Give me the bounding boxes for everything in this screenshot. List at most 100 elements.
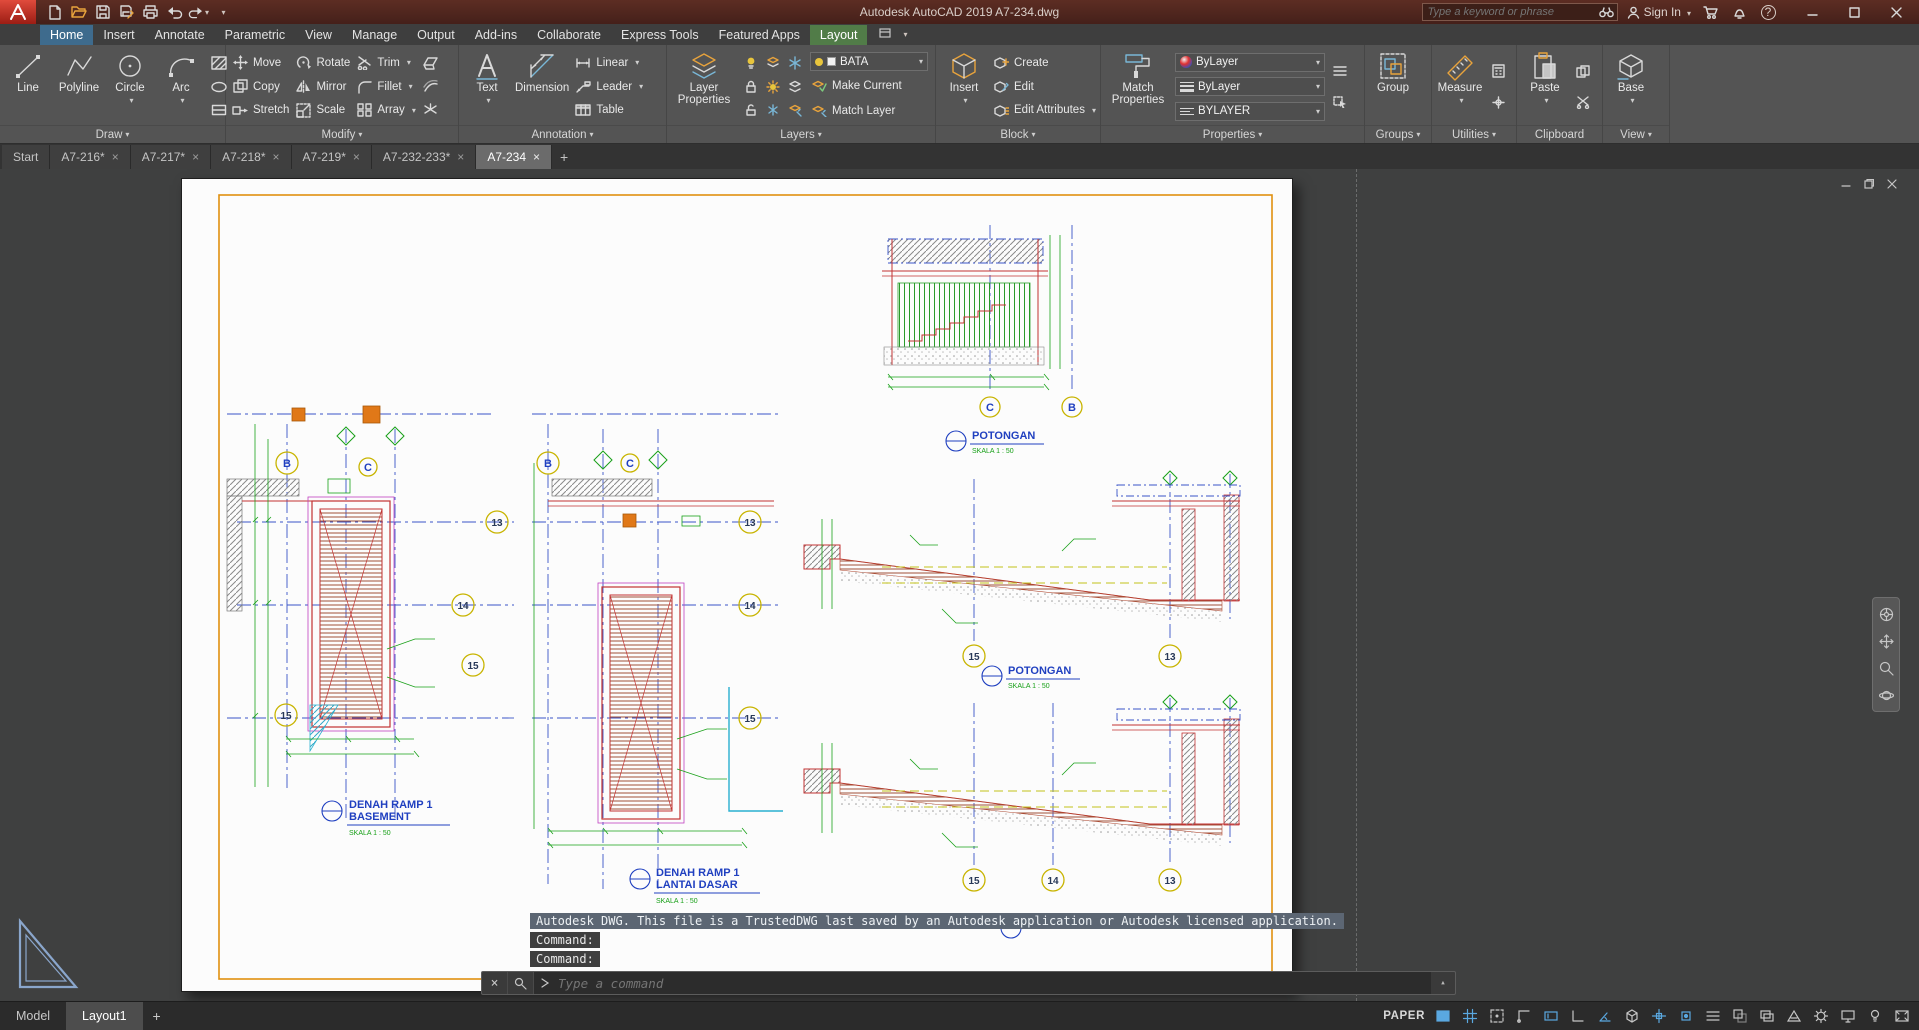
app-store-cart-icon[interactable] [1700, 2, 1720, 22]
create-block-button[interactable]: Create [992, 53, 1096, 73]
ribbon-tab-parametric[interactable]: Parametric [215, 25, 295, 45]
lineweight-display-icon[interactable] [1703, 1007, 1722, 1026]
table-button[interactable]: Table [574, 100, 643, 120]
zoom-icon[interactable] [1877, 659, 1895, 677]
layer-match-icon[interactable] [785, 101, 805, 119]
current-layer-dropdown[interactable]: BATA [810, 52, 928, 71]
redo-button[interactable] [188, 3, 209, 22]
command-history-toggle-icon[interactable] [1431, 972, 1455, 994]
object-color-dropdown[interactable]: ByLayer [1175, 53, 1325, 72]
layer-freeze-icon[interactable] [785, 54, 805, 72]
panel-footer-modify[interactable]: Modify [226, 125, 458, 143]
layer-walk-icon[interactable] [785, 78, 805, 96]
scale-button[interactable]: Scale [294, 100, 350, 120]
make-current-button[interactable]: Make Current [810, 76, 928, 96]
array-button[interactable]: Array [355, 100, 416, 120]
panel-footer-clipboard[interactable]: Clipboard [1517, 125, 1602, 143]
drawing-restore-button[interactable] [1861, 177, 1877, 191]
mirror-button[interactable]: Mirror [294, 77, 350, 97]
copy-clip-icon[interactable] [1573, 62, 1593, 80]
close-tab-icon[interactable] [112, 150, 119, 164]
workspace-switching-icon[interactable] [1811, 1007, 1830, 1026]
selection-cycling-icon[interactable] [1757, 1007, 1776, 1026]
arc-button[interactable]: Arc [158, 48, 204, 125]
stretch-button[interactable]: Stretch [231, 100, 289, 120]
file-tab-start[interactable]: Start [2, 145, 50, 169]
new-drawing-tab-button[interactable] [552, 145, 576, 169]
panel-footer-draw[interactable]: Draw [0, 125, 225, 143]
layer-freeze-all-icon[interactable] [763, 101, 783, 119]
quick-access-dropdown-button[interactable] [212, 3, 233, 22]
isometric-drafting-icon[interactable] [1622, 1007, 1641, 1026]
new-file-button[interactable] [44, 3, 65, 22]
explode-icon[interactable] [421, 101, 441, 119]
close-tab-icon[interactable] [457, 150, 464, 164]
fillet-button[interactable]: Fillet [355, 77, 416, 97]
paper-model-toggle-icon[interactable] [1433, 1007, 1452, 1026]
plot-button[interactable] [140, 3, 161, 22]
ribbon-tab-addins[interactable]: Add-ins [465, 25, 527, 45]
object-snap-icon[interactable] [1676, 1007, 1695, 1026]
layer-isolate-icon[interactable] [763, 54, 783, 72]
help-icon[interactable] [1758, 2, 1778, 22]
leader-button[interactable]: Leader [574, 77, 643, 97]
file-tab-a7-217[interactable]: A7-217* [131, 145, 211, 169]
grid-icon[interactable] [1460, 1007, 1479, 1026]
model-tab[interactable]: Model [0, 1002, 66, 1030]
erase-icon[interactable] [421, 54, 441, 72]
command-input[interactable] [556, 975, 1424, 992]
layer-on-icon[interactable] [763, 78, 783, 96]
id-point-icon[interactable] [1488, 93, 1508, 111]
lineweight-dropdown[interactable]: ByLayer [1175, 77, 1325, 96]
match-layer-button[interactable]: Match Layer [810, 101, 928, 121]
layout1-tab[interactable]: Layout1 [66, 1002, 142, 1030]
panel-footer-properties[interactable]: Properties [1101, 125, 1364, 143]
binoculars-search-icon[interactable] [1599, 6, 1614, 18]
new-layout-button[interactable] [143, 1002, 171, 1030]
infer-constraints-icon[interactable] [1514, 1007, 1533, 1026]
save-as-button[interactable] [116, 3, 137, 22]
ribbon-display-toggle-icon[interactable] [875, 24, 895, 42]
ribbon-tab-manage[interactable]: Manage [342, 25, 407, 45]
layer-unlock-icon[interactable] [741, 101, 761, 119]
ribbon-tab-layout[interactable]: Layout [810, 25, 868, 45]
save-button[interactable] [92, 3, 113, 22]
edit-attributes-button[interactable]: Edit Attributes [992, 100, 1096, 120]
steering-wheel-icon[interactable] [1877, 605, 1895, 623]
polar-tracking-icon[interactable] [1595, 1007, 1614, 1026]
annotation-scale-icon[interactable] [1784, 1007, 1803, 1026]
ribbon-tab-collaborate[interactable]: Collaborate [527, 25, 611, 45]
file-tab-a7-219[interactable]: A7-219* [292, 145, 372, 169]
panel-footer-groups[interactable]: Groups [1365, 125, 1431, 143]
ribbon-tab-home[interactable]: Home [40, 25, 93, 45]
move-button[interactable]: Move [231, 53, 289, 73]
measure-button[interactable]: Measure [1437, 48, 1483, 125]
command-search-icon[interactable] [508, 972, 534, 994]
polyline-button[interactable]: Polyline [56, 48, 102, 125]
file-tab-a7-218[interactable]: A7-218* [211, 145, 291, 169]
copy-button[interactable]: Copy [231, 77, 289, 97]
linear-dimension-button[interactable]: Linear [574, 53, 643, 73]
quick-select-icon[interactable] [1330, 93, 1350, 111]
ribbon-tab-insert[interactable]: Insert [93, 25, 144, 45]
maximize-button[interactable] [1833, 0, 1875, 24]
close-button[interactable] [1875, 0, 1917, 24]
close-tab-icon[interactable] [273, 150, 280, 164]
properties-list-icon[interactable] [1330, 62, 1350, 80]
object-snap-tracking-icon[interactable] [1649, 1007, 1668, 1026]
annotation-monitor-icon[interactable] [1838, 1007, 1857, 1026]
notification-bell-icon[interactable] [1729, 2, 1749, 22]
dynamic-input-icon[interactable] [1541, 1007, 1560, 1026]
ortho-mode-icon[interactable] [1568, 1007, 1587, 1026]
application-menu-button[interactable] [0, 0, 36, 24]
cut-clip-icon[interactable] [1573, 93, 1593, 111]
undo-button[interactable] [164, 3, 185, 22]
layer-off-icon[interactable] [741, 54, 761, 72]
close-tab-icon[interactable] [533, 150, 540, 164]
file-tab-a7-216[interactable]: A7-216* [50, 145, 130, 169]
panel-footer-layers[interactable]: Layers [667, 125, 935, 143]
drawing-close-button[interactable] [1884, 177, 1900, 191]
snap-mode-icon[interactable] [1487, 1007, 1506, 1026]
layer-lock-icon[interactable] [741, 78, 761, 96]
open-file-button[interactable] [68, 3, 89, 22]
